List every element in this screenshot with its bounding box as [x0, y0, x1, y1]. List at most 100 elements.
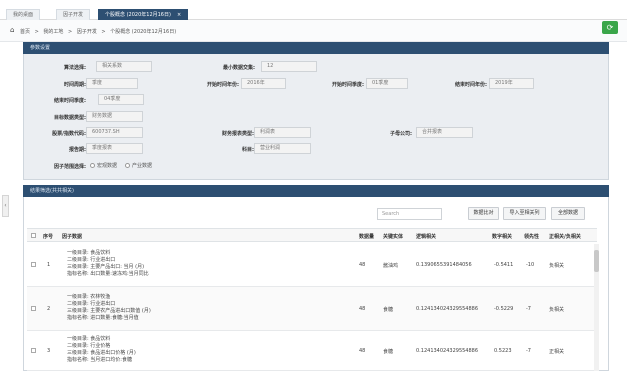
row-checkbox[interactable] — [31, 348, 36, 353]
row-num: -0.5411 — [494, 262, 514, 268]
results-panel-title: 结果筛选(共共相关) — [23, 185, 609, 197]
row-factor: 一级目录: 农林牧渔 二级目录: 行业进出口 三级目录: 主要农产品进出口数值 … — [67, 294, 151, 322]
min-samples-label: 最小数据交集: — [222, 65, 255, 71]
refresh-button[interactable]: ⟳ — [602, 21, 618, 34]
tab-stock-concept[interactable]: 个股概念 (2020年12月16日) × — [98, 9, 189, 20]
factor-line: 一级目录: 农林牧渔 — [67, 294, 111, 300]
start-quarter-select[interactable]: 01季度 — [366, 78, 408, 89]
breadcrumb-separator: > — [101, 29, 106, 35]
algorithm-select[interactable]: 相关系数 — [96, 61, 152, 72]
start-year-label: 开始时间年份: — [206, 82, 239, 88]
breadcrumb-separator: > — [34, 29, 39, 35]
col-index: 序号 — [43, 234, 54, 240]
home-icon[interactable]: ⌂ — [10, 26, 14, 34]
row-factor: 一级目录: 食品饮料 二级目录: 行业价格 三级目录: 食品进出口价格 (月) … — [67, 336, 136, 364]
factor-line: 一级目录: 食品饮料 — [67, 336, 111, 342]
breadcrumb-home[interactable]: 首页 — [20, 29, 30, 35]
row-factor: 一级目录: 食品饮料 二级目录: 行业进出口 三级目录: 主要产品出口: 当月 … — [67, 250, 149, 278]
factor-line: 三级目录: 主要产品出口: 当月 (月) — [67, 264, 145, 270]
col-lead: 领先性 — [524, 234, 540, 240]
row-count: 48 — [359, 348, 366, 354]
row-lead: -7 — [526, 348, 531, 354]
row-num: 0.5223 — [494, 348, 512, 354]
period-label: 时间周期: — [64, 82, 86, 88]
row-entity: 食糖 — [383, 307, 394, 313]
row-entity: 酱油鸡 — [383, 263, 399, 269]
report-type-label: 财务报表类型: — [221, 131, 254, 137]
radio-macro[interactable]: 宏观数据 — [90, 162, 117, 169]
factor-line: 指标名称: 出口数量:速冻鸡:当月同比 — [67, 271, 149, 277]
col-direction: 正相关/负相关 — [549, 234, 581, 240]
factor-line: 二级目录: 行业进出口 — [67, 257, 116, 263]
radio-icon — [90, 163, 95, 168]
breadcrumb-factor-dev[interactable]: 因子开发 — [77, 29, 97, 35]
item-select[interactable]: 营业利润 — [254, 143, 311, 154]
row-logic: 0.124134024329554886 — [416, 348, 479, 354]
factor-line: 三级目录: 食品进出口价格 (月) — [67, 350, 136, 356]
factor-line: 二级目录: 行业价格 — [67, 343, 111, 349]
end-quarter-select[interactable]: 04季度 — [98, 94, 144, 105]
refresh-icon: ⟳ — [606, 23, 614, 32]
factor-line: 三级目录: 主要农产品进出口数值 (月) — [67, 308, 151, 314]
select-all-checkbox[interactable] — [31, 233, 36, 238]
row-count: 48 — [359, 306, 366, 312]
table-row[interactable]: 3 一级目录: 食品饮料 二级目录: 行业价格 三级目录: 食品进出口价格 (月… — [27, 331, 597, 371]
row-logic: 0.1390655391484056 — [416, 262, 472, 268]
table-scrollbar-thumb[interactable] — [594, 250, 599, 272]
row-checkbox[interactable] — [31, 262, 36, 267]
stock-code-label: 股票/指数代码: — [52, 131, 86, 137]
table-header: 序号 因子数据 数据量 关键实体 逻辑相关 数字相关 领先性 正相关/负相关 — [27, 228, 597, 242]
report-period-select[interactable]: 季度报表 — [86, 143, 143, 154]
search-input[interactable]: Search — [377, 208, 442, 220]
period-select[interactable]: 季度 — [86, 78, 138, 89]
target-type-select[interactable]: 财务数据 — [86, 111, 143, 122]
data-compare-button[interactable]: 数据比对 — [468, 207, 499, 220]
col-count: 数据量 — [359, 234, 375, 240]
row-index: 2 — [47, 306, 51, 312]
row-index: 1 — [47, 262, 51, 268]
row-direction: 正相关 — [549, 349, 565, 355]
breadcrumb: ⌂ 首页 > 我的工地 > 因子开发 > 个股概念 (2020年12月16日) — [0, 20, 627, 42]
target-type-label: 目标数据类型: — [53, 115, 86, 121]
table-row[interactable]: 1 一级目录: 食品饮料 二级目录: 行业进出口 三级目录: 主要产品出口: 当… — [27, 243, 597, 287]
radio-industry[interactable]: 产业数据 — [125, 162, 152, 169]
sub-company-select[interactable]: 合并报表 — [416, 127, 473, 138]
factor-line: 一级目录: 食品饮料 — [67, 250, 111, 256]
row-logic: 0.124134024329554886 — [416, 306, 479, 312]
row-lead: -7 — [526, 306, 531, 312]
params-panel-title: 参数设置 — [23, 42, 609, 54]
algorithm-label: 算法选择: — [64, 65, 86, 71]
end-year-label: 结束时间年份: — [454, 82, 487, 88]
sidebar-toggle-handle[interactable]: ‹ — [2, 195, 9, 217]
row-entity: 食糖 — [383, 349, 394, 355]
all-data-button[interactable]: 全部数据 — [551, 207, 585, 220]
stock-code-input[interactable]: 600737.SH — [86, 127, 143, 138]
col-logic: 逻辑相关 — [416, 234, 437, 240]
radio-icon — [125, 163, 130, 168]
close-icon[interactable]: × — [177, 12, 181, 18]
row-index: 3 — [47, 348, 51, 354]
row-checkbox[interactable] — [31, 306, 36, 311]
breadcrumb-my-site[interactable]: 我的工地 — [43, 29, 63, 35]
row-lead: -10 — [526, 262, 535, 268]
start-year-select[interactable]: 2016年 — [241, 78, 286, 89]
table-row[interactable]: 2 一级目录: 农林牧渔 二级目录: 行业进出口 三级目录: 主要农产品进出口数… — [27, 287, 597, 331]
breadcrumb-separator: > — [68, 29, 73, 35]
tab-factor-dev[interactable]: 因子开发 — [56, 9, 91, 20]
min-samples-input[interactable]: 12 — [261, 61, 317, 72]
row-num: -0.5229 — [494, 306, 514, 312]
end-year-select[interactable]: 2019年 — [489, 78, 534, 89]
factor-line: 指标名称: 当月进口均价:食糖 — [67, 357, 132, 363]
report-type-select[interactable]: 利润表 — [254, 127, 311, 138]
import-column-button[interactable]: 导入至相关列 — [503, 207, 546, 220]
col-entity: 关键实体 — [383, 234, 404, 240]
col-num: 数字相关 — [492, 234, 513, 240]
end-quarter-label: 结束时间季度: — [53, 98, 86, 104]
sub-company-label: 子母公司: — [390, 131, 412, 137]
row-direction: 负相关 — [549, 263, 565, 269]
factor-line: 二级目录: 行业进出口 — [67, 301, 116, 307]
breadcrumb-current: 个股概念 (2020年12月16日) — [110, 29, 177, 35]
row-direction: 负相关 — [549, 307, 565, 313]
tab-my-desktop[interactable]: 我的桌面 — [6, 9, 41, 20]
col-factor: 因子数据 — [62, 234, 83, 240]
